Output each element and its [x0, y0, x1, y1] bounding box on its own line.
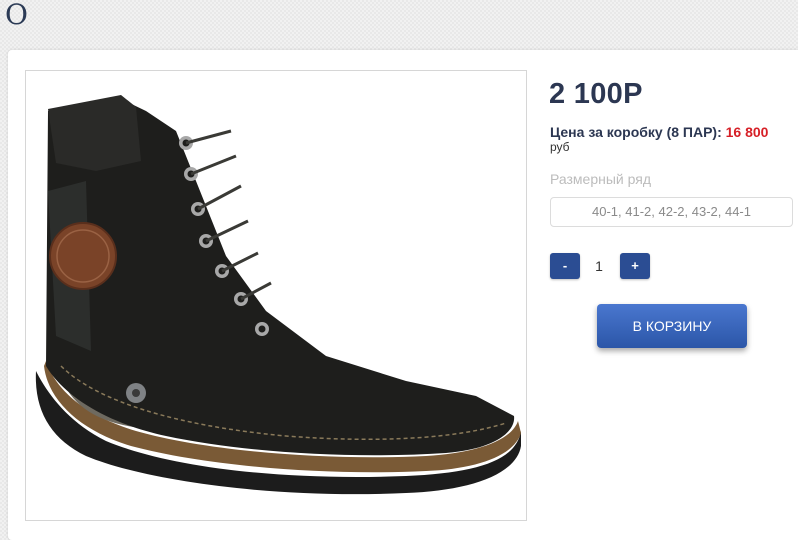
- quantity-decrease-button[interactable]: -: [550, 253, 580, 279]
- size-range-label: Размерный ряд: [550, 171, 652, 187]
- size-range-field[interactable]: 40-1, 41-2, 42-2, 43-2, 44-1: [550, 197, 793, 227]
- product-price: 2 100Р: [549, 78, 643, 110]
- quantity-value[interactable]: 1: [584, 253, 614, 279]
- currency-label: руб: [550, 140, 570, 154]
- header-logo-letter: О: [5, 0, 28, 31]
- quantity-increase-button[interactable]: +: [620, 253, 650, 279]
- add-to-cart-button[interactable]: В КОРЗИНУ: [597, 304, 747, 348]
- box-price: Цена за коробку (8 ПАР): 16 800: [550, 124, 768, 140]
- box-price-label: Цена за коробку (8 ПАР):: [550, 124, 722, 140]
- product-image[interactable]: [25, 70, 527, 521]
- boot-illustration: [35, 95, 522, 495]
- box-price-value: 16 800: [725, 124, 769, 140]
